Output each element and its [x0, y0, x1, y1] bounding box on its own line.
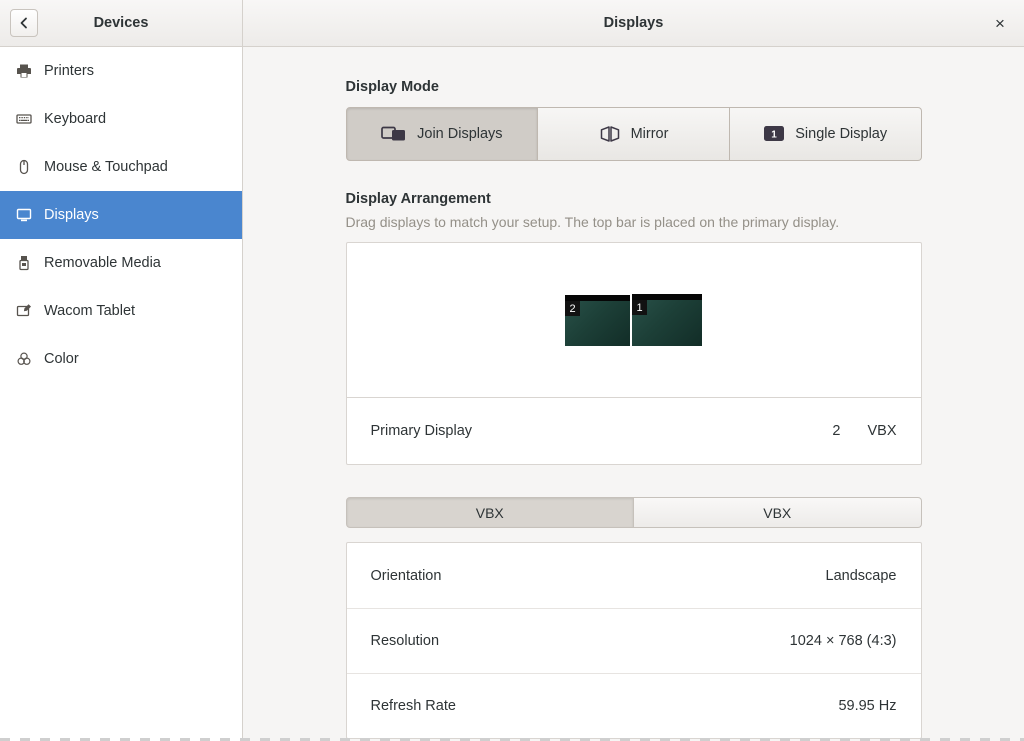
sidebar-item-label: Color — [44, 351, 79, 367]
display-arrangement-subtitle: Drag displays to match your setup. The t… — [346, 214, 922, 230]
join-displays-icon — [381, 124, 407, 144]
sidebar-item-label: Removable Media — [44, 255, 161, 271]
segment-label: Mirror — [631, 126, 669, 142]
monitor-thumbnail-1[interactable]: 1 — [632, 294, 702, 346]
settings-window: Devices Displays × Printers Keyboard — [0, 0, 1024, 741]
mirror-icon — [599, 124, 621, 144]
main-header: Displays × — [243, 0, 1024, 46]
back-arrow-icon — [16, 15, 32, 31]
monitor-thumbnail-2[interactable]: 2 — [565, 295, 630, 346]
sidebar-item-label: Printers — [44, 63, 94, 79]
svg-text:1: 1 — [771, 130, 777, 141]
segment-label: Single Display — [795, 126, 887, 142]
sidebar-item-label: Keyboard — [44, 111, 106, 127]
refresh-rate-row[interactable]: Refresh Rate 59.95 Hz — [347, 673, 921, 738]
orientation-label: Orientation — [371, 568, 826, 584]
single-display-button[interactable]: 1 Single Display — [730, 107, 922, 161]
printer-icon — [16, 63, 32, 79]
color-icon — [16, 351, 32, 367]
mouse-icon — [16, 159, 32, 175]
header-bar: Devices Displays × — [0, 0, 1024, 47]
monitor-number-badge: 1 — [632, 300, 647, 315]
arrangement-drag-area[interactable]: 2 1 — [347, 243, 921, 398]
sidebar-item-printers[interactable]: Printers — [0, 47, 242, 95]
monitor-details-panel: Orientation Landscape Resolution 1024 × … — [346, 542, 922, 739]
resolution-row[interactable]: Resolution 1024 × 768 (4:3) — [347, 608, 921, 673]
wacom-tablet-icon — [16, 303, 32, 319]
sidebar-item-label: Displays — [44, 207, 99, 223]
removable-media-icon — [16, 255, 32, 271]
single-display-icon: 1 — [763, 125, 785, 143]
keyboard-icon — [16, 111, 32, 127]
close-button[interactable]: × — [989, 12, 1011, 34]
display-arrangement-heading: Display Arrangement — [346, 191, 922, 207]
primary-display-number: 2 — [832, 423, 840, 439]
primary-display-row[interactable]: Primary Display 2 VBX — [347, 398, 921, 464]
display-icon — [16, 207, 32, 223]
monitor-tabs: VBX VBX — [346, 497, 922, 528]
arrangement-panel: 2 1 Primary Display 2 VBX — [346, 242, 922, 465]
sidebar-item-label: Wacom Tablet — [44, 303, 135, 319]
display-mode-heading: Display Mode — [346, 79, 922, 95]
refresh-rate-label: Refresh Rate — [371, 698, 839, 714]
primary-display-label: Primary Display — [371, 423, 833, 439]
monitor-tab-2[interactable]: VBX — [634, 497, 922, 528]
displays-panel: Display Mode Join Displays Mirror — [243, 47, 1024, 741]
sidebar-item-removable-media[interactable]: Removable Media — [0, 239, 242, 287]
sidebar-item-keyboard[interactable]: Keyboard — [0, 95, 242, 143]
segment-label: Join Displays — [417, 126, 502, 142]
page-title: Displays — [243, 15, 1024, 31]
sidebar-item-displays[interactable]: Displays — [0, 191, 242, 239]
sidebar-item-wacom-tablet[interactable]: Wacom Tablet — [0, 287, 242, 335]
monitor-tab-1[interactable]: VBX — [346, 497, 635, 528]
back-button[interactable] — [10, 9, 38, 37]
sidebar-item-label: Mouse & Touchpad — [44, 159, 168, 175]
orientation-row[interactable]: Orientation Landscape — [347, 543, 921, 608]
mirror-button[interactable]: Mirror — [538, 107, 730, 161]
primary-display-name: VBX — [867, 423, 896, 439]
join-displays-button[interactable]: Join Displays — [346, 107, 539, 161]
sidebar-header: Devices — [0, 0, 243, 46]
orientation-value: Landscape — [826, 568, 897, 584]
resolution-value: 1024 × 768 (4:3) — [790, 633, 897, 649]
sidebar-item-color[interactable]: Color — [0, 335, 242, 383]
sidebar: Printers Keyboard Mouse & Touchpad Displ… — [0, 47, 243, 741]
display-mode-switcher: Join Displays Mirror 1 Single Display — [346, 107, 922, 161]
refresh-rate-value: 59.95 Hz — [838, 698, 896, 714]
monitor-number-badge: 2 — [565, 301, 580, 316]
sidebar-item-mouse-touchpad[interactable]: Mouse & Touchpad — [0, 143, 242, 191]
resolution-label: Resolution — [371, 633, 790, 649]
